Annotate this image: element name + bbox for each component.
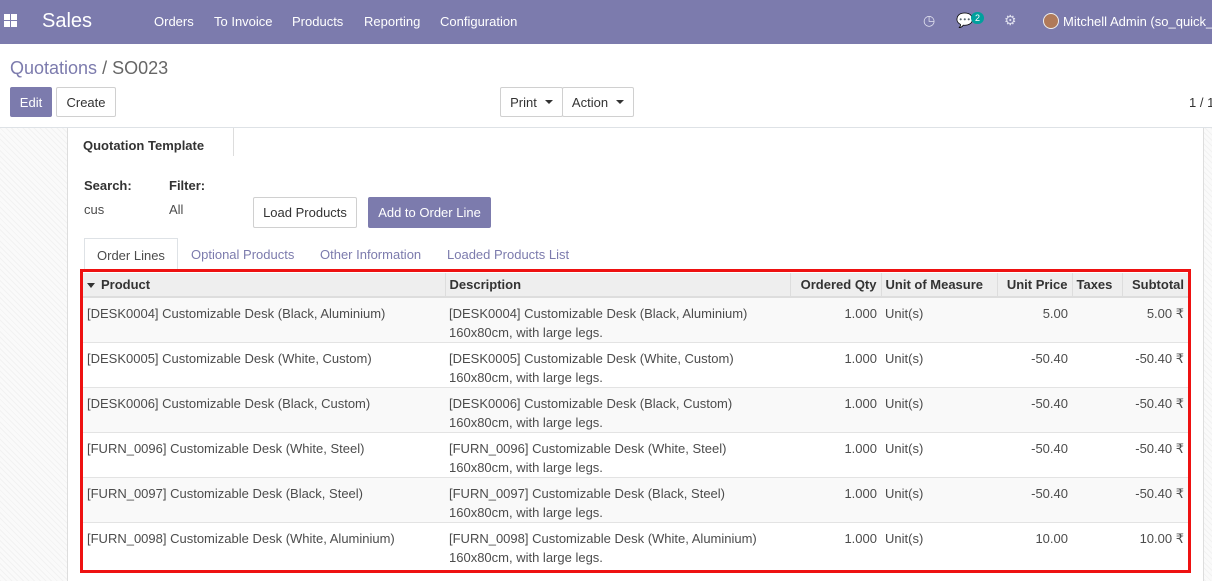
apps-menu-icon[interactable] xyxy=(4,14,17,27)
print-button-label: Print xyxy=(510,94,537,110)
breadcrumb: Quotations / SO023 xyxy=(10,58,168,79)
add-to-order-line-button[interactable]: Add to Order Line xyxy=(368,197,491,228)
bug-icon[interactable]: ⚙ xyxy=(1004,12,1017,29)
app-name[interactable]: Sales xyxy=(42,10,92,33)
create-button-label: Create xyxy=(66,94,106,110)
avatar[interactable] xyxy=(1043,13,1059,29)
form-sheet: Quotation Template Search: cus Filter: A… xyxy=(67,128,1204,581)
clock-icon[interactable]: ◷ xyxy=(923,12,935,29)
divider xyxy=(233,128,234,156)
load-products-button[interactable]: Load Products xyxy=(253,197,357,228)
top-navbar: Sales Orders To Invoice Products Reporti… xyxy=(0,0,1212,44)
menu-configuration[interactable]: Configuration xyxy=(440,14,517,29)
breadcrumb-current: SO023 xyxy=(112,58,169,78)
menu-to-invoice[interactable]: To Invoice xyxy=(214,14,273,29)
pager[interactable]: 1 / 1 xyxy=(1189,95,1212,110)
breadcrumb-quotations[interactable]: Quotations xyxy=(10,58,97,78)
form-content-area: Quotation Template Search: cus Filter: A… xyxy=(0,128,1212,581)
create-button[interactable]: Create xyxy=(56,87,116,117)
messages-count-badge: 2 xyxy=(971,12,985,24)
search-label: Search: xyxy=(84,178,132,193)
action-button-label: Action xyxy=(571,94,609,110)
add-to-order-line-label: Add to Order Line xyxy=(378,205,481,220)
tab-optional-products[interactable]: Optional Products xyxy=(191,238,294,272)
menu-orders[interactable]: Orders xyxy=(154,14,194,29)
dropdown-caret-icon xyxy=(544,100,553,104)
load-products-label: Load Products xyxy=(263,205,347,220)
user-menu[interactable]: Mitchell Admin (so_quick_ xyxy=(1063,14,1212,29)
filter-value: All xyxy=(169,202,184,217)
print-button[interactable]: Print xyxy=(500,87,563,117)
notebook-tabs: Order Lines Optional Products Other Info… xyxy=(84,238,1189,272)
tab-loaded-products-list[interactable]: Loaded Products List xyxy=(447,238,569,272)
highlight-box xyxy=(80,269,1191,573)
tab-other-information[interactable]: Other Information xyxy=(320,238,421,272)
search-value: cus xyxy=(84,202,105,217)
menu-products[interactable]: Products xyxy=(292,14,343,29)
edit-button-label: Edit xyxy=(19,94,43,110)
dropdown-caret-icon xyxy=(616,100,625,104)
quotation-template-label: Quotation Template xyxy=(83,138,205,153)
action-button[interactable]: Action xyxy=(562,87,634,117)
tab-order-lines[interactable]: Order Lines xyxy=(84,238,178,272)
edit-button[interactable]: Edit xyxy=(10,87,52,117)
menu-reporting[interactable]: Reporting xyxy=(364,14,420,29)
breadcrumb-separator: / xyxy=(102,58,108,78)
control-panel: Quotations / SO023 Edit Create Print Act… xyxy=(0,44,1212,128)
filter-label: Filter: xyxy=(169,178,206,193)
